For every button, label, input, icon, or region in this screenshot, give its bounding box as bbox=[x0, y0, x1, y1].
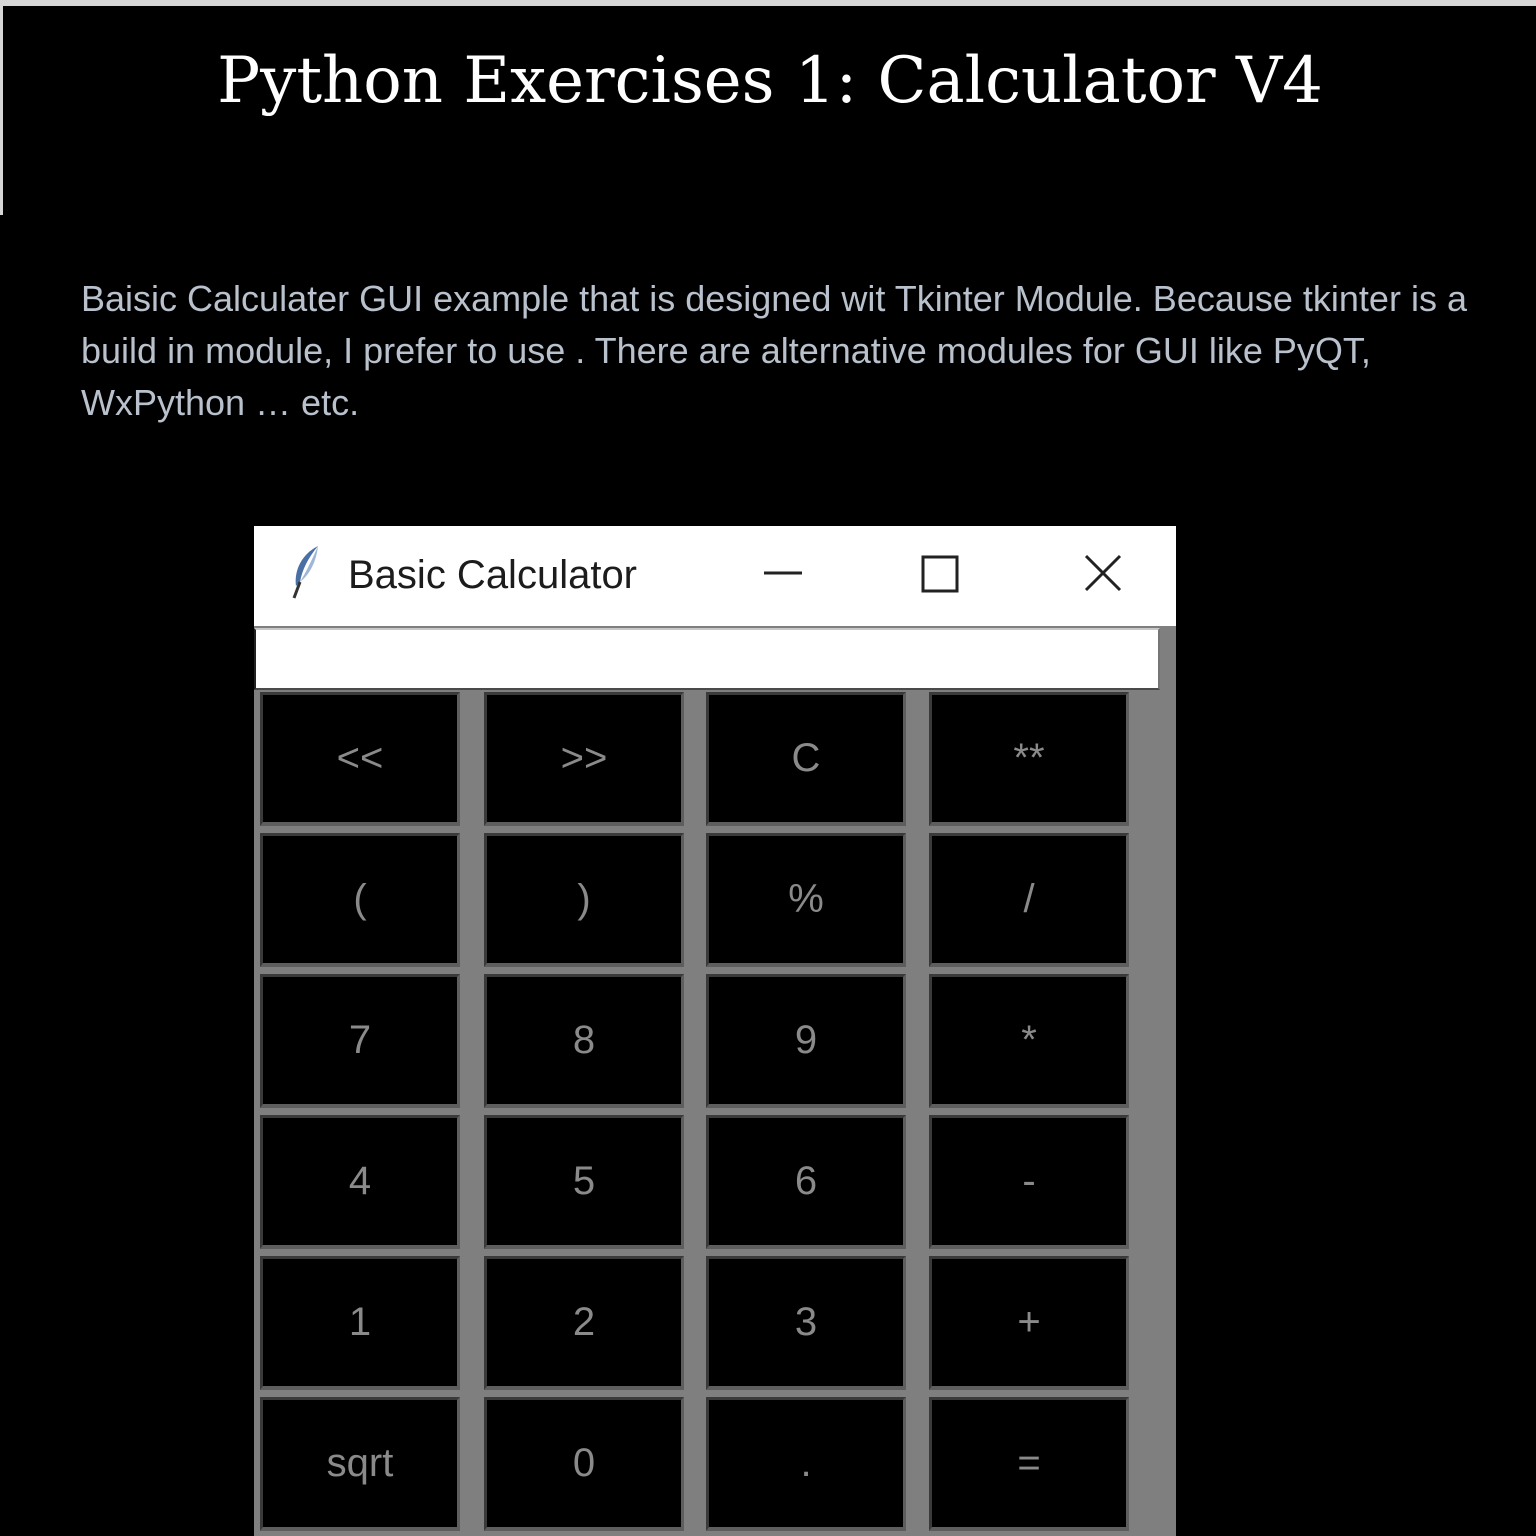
power-key[interactable]: ** bbox=[929, 692, 1129, 826]
digit-4-key[interactable]: 4 bbox=[260, 1115, 460, 1249]
digit-8-key[interactable]: 8 bbox=[484, 974, 684, 1108]
shift-right-key[interactable]: >> bbox=[484, 692, 684, 826]
window-title: Basic Calculator bbox=[348, 553, 638, 597]
digit-9-key[interactable]: 9 bbox=[706, 974, 906, 1108]
feather-icon bbox=[288, 542, 328, 602]
backspace-left-key[interactable]: << bbox=[260, 692, 460, 826]
close-button[interactable] bbox=[1058, 540, 1148, 610]
modulo-key[interactable]: % bbox=[706, 833, 906, 967]
subtract-key[interactable]: - bbox=[929, 1115, 1129, 1249]
page-title: Python Exercises 1: Calculator V4 bbox=[217, 44, 1323, 118]
window-titlebar[interactable]: Basic Calculator bbox=[254, 526, 1176, 626]
multiply-key[interactable]: * bbox=[929, 974, 1129, 1108]
minimize-icon bbox=[764, 571, 802, 575]
maximize-icon bbox=[921, 555, 959, 593]
keypad: << >> C ** ()%/ 7 8 9 * 4 5 6- 1 2 3 + sqrt 0. = bbox=[260, 692, 1129, 1536]
digit-5-key[interactable]: 5 bbox=[484, 1115, 684, 1249]
add-key[interactable]: + bbox=[929, 1256, 1129, 1390]
page-description: Baisic Calculater GUI example that is de… bbox=[81, 278, 1467, 423]
digit-7-key[interactable]: 7 bbox=[260, 974, 460, 1108]
open-paren-key[interactable]: ( bbox=[260, 833, 460, 967]
top-border bbox=[0, 0, 1536, 6]
maximize-button[interactable] bbox=[895, 540, 985, 610]
page: Python Exercises 1: Calculator V4 Baisic… bbox=[0, 0, 1536, 1536]
sqrt-key[interactable]: sqrt bbox=[260, 1397, 460, 1531]
calculator-window: Basic Calculator << >> C ** ()%/ 7 8 9 * 4 5 6- 1 2 3 +… bbox=[254, 526, 1176, 1536]
divide-key[interactable]: / bbox=[929, 833, 1129, 967]
digit-2-key[interactable]: 2 bbox=[484, 1256, 684, 1390]
equals-key[interactable]: = bbox=[929, 1397, 1129, 1531]
digit-6-key[interactable]: 6 bbox=[706, 1115, 906, 1249]
close-icon bbox=[1084, 554, 1122, 592]
minimize-button[interactable] bbox=[738, 540, 828, 610]
calculator-display[interactable] bbox=[254, 628, 1160, 690]
decimal-point-key[interactable]: . bbox=[706, 1397, 906, 1531]
digit-0-key[interactable]: 0 bbox=[484, 1397, 684, 1531]
digit-3-key[interactable]: 3 bbox=[706, 1256, 906, 1390]
clear-key[interactable]: C bbox=[706, 692, 906, 826]
digit-1-key[interactable]: 1 bbox=[260, 1256, 460, 1390]
close-paren-key[interactable]: ) bbox=[484, 833, 684, 967]
